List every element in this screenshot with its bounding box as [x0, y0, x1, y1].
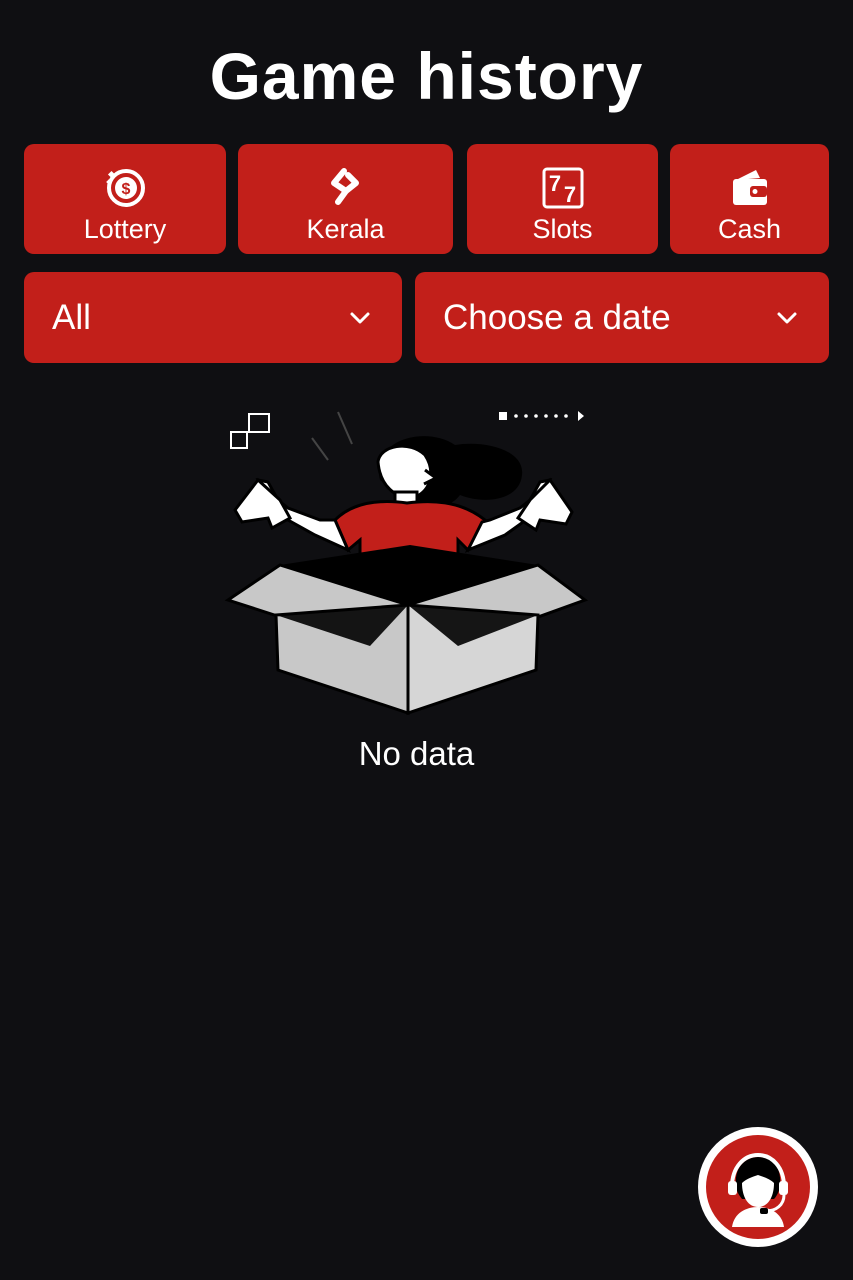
date-select[interactable]: Choose a date: [415, 272, 829, 363]
tab-lottery-label: Lottery: [83, 214, 167, 244]
page-title: Game history: [209, 39, 644, 113]
chevron-down-icon: [350, 312, 370, 323]
svg-text:$: $: [122, 181, 131, 198]
chevron-down-icon: [777, 312, 797, 323]
svg-text:7: 7: [563, 182, 575, 207]
kerala-logo-icon: [324, 166, 368, 210]
type-select[interactable]: All: [24, 272, 402, 363]
tab-slots[interactable]: 7 7 Slots: [467, 144, 658, 254]
lottery-coin-icon: $: [103, 166, 147, 210]
empty-box-illustration: [224, 411, 589, 716]
tab-lottery[interactable]: $ Lottery: [24, 144, 226, 254]
svg-text:7: 7: [548, 171, 560, 196]
tab-cash-label: Cash: [717, 214, 782, 244]
empty-state-message: No data: [358, 735, 475, 772]
slots-77-icon: 7 7: [541, 166, 585, 210]
tab-kerala[interactable]: Kerala: [238, 144, 453, 254]
customer-service-headset-icon: [728, 1152, 788, 1227]
date-select-value: Choose a date: [443, 297, 671, 337]
customer-service-button[interactable]: [698, 1127, 818, 1247]
tab-kerala-label: Kerala: [306, 214, 385, 244]
tab-cash[interactable]: Cash: [670, 144, 829, 254]
game-history-page: Game history $ Lottery Kerala 7 7 Slots …: [0, 0, 853, 1280]
wallet-icon: [728, 166, 772, 210]
type-select-value: All: [52, 297, 91, 337]
tab-slots-label: Slots: [532, 214, 593, 244]
